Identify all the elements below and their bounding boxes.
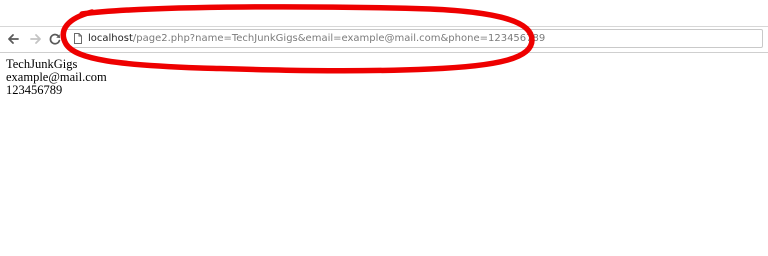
toolbar-divider [0,52,768,53]
page-content: TechJunkGigs example@mail.com 123456789 [6,58,107,97]
reload-button[interactable] [45,30,65,48]
phone-text: 123456789 [6,83,63,97]
browser-toolbar: localhost/page2.php?name=TechJunkGigs&em… [0,0,768,53]
forward-button[interactable] [26,30,46,48]
url-path: /page2.php?name=TechJunkGigs&email=examp… [132,33,546,44]
back-arrow-icon [8,34,19,44]
address-bar[interactable]: localhost/page2.php?name=TechJunkGigs&em… [65,29,763,48]
tab-strip-divider [0,26,768,27]
url-host: localhost [88,33,133,44]
address-url[interactable]: localhost/page2.php?name=TechJunkGigs&em… [88,31,545,47]
page-icon [74,33,82,44]
back-button[interactable] [3,30,23,48]
reload-icon [49,33,61,45]
forward-arrow-icon [30,34,41,44]
